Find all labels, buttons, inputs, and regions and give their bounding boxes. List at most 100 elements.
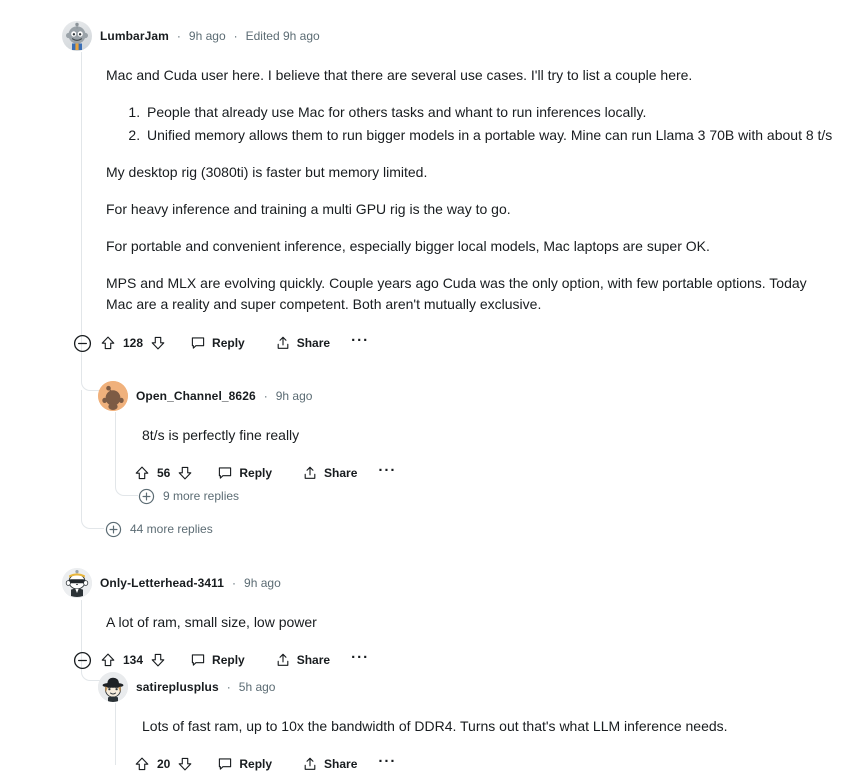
share-label: Share [324,466,358,480]
vote-score: 56 [157,466,171,480]
comment-timestamp: 5h ago [238,680,276,694]
more-replies-label: 44 more replies [130,522,213,536]
upvote-arrow-icon [101,653,115,667]
comment-body: A lot of ram, small size, low power [106,612,842,633]
comment-ordered-list: People that already use Mac for others t… [106,102,842,146]
share-upload-icon [277,653,289,666]
downvote-arrow-icon [179,757,192,771]
comment-bubble-icon [219,758,232,770]
vote-score: 128 [123,336,144,350]
share-upload-icon [277,336,289,349]
share-button[interactable]: Share [267,331,338,355]
comment-header: LumbarJam · 9h ago · Edited 9h ago [62,20,842,52]
comment-action-bar: 20 Reply Share ··· [134,748,838,780]
downvote-arrow-icon [179,466,192,480]
comment-bubble-icon [191,337,205,349]
reply-button[interactable]: Reply [209,461,280,485]
share-button[interactable]: Share [294,752,365,776]
comment-paragraph: MPS and MLX are evolving quickly. Couple… [106,275,807,312]
reply-label: Reply [239,757,273,771]
downvote-button[interactable] [177,465,193,481]
comment-paragraph: For portable and convenient inference, e… [106,238,710,254]
meta-separator: · [226,680,231,694]
list-item: Unified memory allows them to run bigger… [144,125,842,146]
comment-header: Open_Channel_8626 · 9h ago [98,380,838,412]
vote-score: 20 [157,757,171,771]
list-item: People that already use Mac for others t… [144,102,842,123]
more-replies-toplevel[interactable]: 44 more replies [105,516,213,542]
avatar-only-letterhead[interactable] [62,568,92,598]
downvote-arrow-icon [151,653,165,667]
vote-group: 20 [134,756,199,772]
collapse-minus-icon [73,651,91,669]
share-upload-icon [304,757,316,770]
more-options-button[interactable]: ··· [375,749,399,779]
downvote-arrow-icon [151,336,165,350]
upvote-button[interactable] [134,756,150,772]
reply-button[interactable]: Reply [182,331,253,355]
collapse-comment-button[interactable] [70,648,94,672]
upvote-button[interactable] [100,652,116,668]
more-options-button[interactable]: ··· [375,458,399,488]
upvote-button[interactable] [134,465,150,481]
collapse-minus-icon [73,334,91,352]
vote-group: 56 [134,465,199,481]
comment-author[interactable]: Open_Channel_8626 [136,389,256,403]
comment-header: satireplusplus · 5h ago [98,671,838,703]
comment-header: Only-Letterhead-3411 · 9h ago [62,567,842,599]
meta-separator-2: · [233,29,238,43]
upvote-arrow-icon [135,757,149,771]
comment-timestamp: 9h ago [244,576,281,590]
downvote-button[interactable] [150,652,166,668]
snoo-avatar-orange-icon [98,381,128,411]
comment-bubble-icon [191,654,205,666]
downvote-button[interactable] [150,335,166,351]
comment-paragraph: A lot of ram, small size, low power [106,614,317,630]
reply-button[interactable]: Reply [182,648,253,672]
comment-timestamp: 9h ago [188,29,226,43]
snoo-avatar-grey-icon [66,22,88,50]
plus-circle-icon [105,521,122,537]
meta-separator: · [263,389,268,403]
comment-satireplusplus: satireplusplus · 5h ago Lots of fast ram… [98,671,838,780]
vote-group: 128 [100,335,172,351]
vote-group: 134 [100,652,172,668]
collapse-comment-button[interactable] [70,331,94,355]
comment-paragraph: Mac and Cuda user here. I believe that t… [106,67,693,83]
comment-body: 8t/s is perfectly fine really [142,425,838,446]
share-button[interactable]: Share [267,648,338,672]
vote-score: 134 [123,653,144,667]
comment-action-bar: 56 Reply Share ··· [134,457,838,489]
share-button[interactable]: Share [294,461,365,485]
upvote-arrow-icon [135,466,149,480]
meta-separator: · [232,576,237,590]
plus-circle-icon [138,488,155,504]
comment-lumbarjam: LumbarJam · 9h ago · Edited 9h ago Mac a… [62,20,842,359]
comment-only-letterhead: Only-Letterhead-3411 · 9h ago A lot of r… [62,567,842,676]
avatar-open-channel[interactable] [98,381,128,411]
comment-paragraph: My desktop rig (3080ti) is faster but me… [106,164,428,180]
comment-author[interactable]: satireplusplus [136,680,219,694]
meta-separator: · [176,29,181,43]
reply-label: Reply [212,653,245,667]
comment-body: Lots of fast ram, up to 10x the bandwidt… [142,716,838,737]
comment-paragraph: Lots of fast ram, up to 10x the bandwidt… [142,718,728,734]
comment-paragraph: For heavy inference and training a multi… [106,201,511,217]
more-replies-nested[interactable]: 9 more replies [138,483,239,509]
reply-label: Reply [212,336,245,350]
upvote-arrow-icon [101,336,115,350]
share-upload-icon [304,466,316,479]
upvote-button[interactable] [100,335,116,351]
reply-button[interactable]: Reply [209,752,280,776]
comment-body: Mac and Cuda user here. I believe that t… [106,65,842,315]
more-options-button[interactable]: ··· [348,328,372,358]
downvote-button[interactable] [177,756,193,772]
avatar-lumbarjam[interactable] [62,21,92,51]
comment-paragraph: 8t/s is perfectly fine really [142,427,300,443]
share-label: Share [324,757,358,771]
comment-author[interactable]: LumbarJam [100,29,169,43]
avatar-satireplusplus[interactable] [98,672,128,702]
comment-open-channel: Open_Channel_8626 · 9h ago 8t/s is perfe… [98,380,838,489]
comment-author[interactable]: Only-Letterhead-3411 [100,576,224,590]
comment-timestamp: 9h ago [275,389,313,403]
